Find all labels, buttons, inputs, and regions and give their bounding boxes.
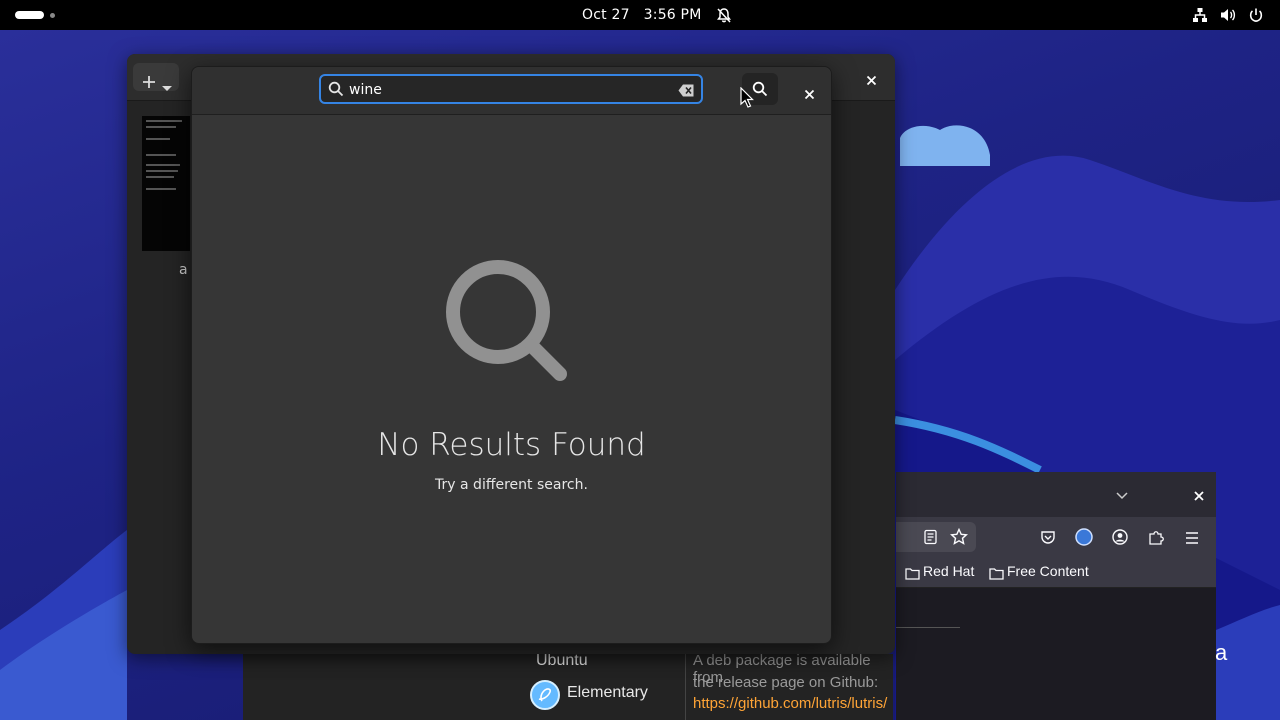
network-wired-icon[interactable] — [1192, 7, 1208, 27]
elementary-label: Elementary — [567, 684, 648, 701]
firefox-navigation-toolbar — [896, 517, 1216, 557]
plus-icon — [142, 69, 156, 95]
deb-text-line-2: the release page on Github: — [693, 674, 879, 691]
bookmarks-toolbar: Red Hat Free Content — [896, 557, 1216, 588]
browser-page-content: Ubuntu Elementary A deb package is avail… — [243, 652, 893, 720]
volume-icon[interactable] — [1220, 7, 1237, 27]
search-entry[interactable] — [319, 74, 703, 104]
search-icon — [752, 81, 768, 101]
notifications-muted-icon — [716, 7, 732, 27]
reader-view-icon[interactable] — [923, 529, 938, 549]
lutris-github-link[interactable]: https://github.com/lutris/lutris/ — [693, 695, 887, 712]
extensions-puzzle-icon[interactable] — [1148, 529, 1164, 549]
pocket-icon[interactable] — [1040, 529, 1056, 549]
add-menu-button[interactable] — [133, 63, 179, 91]
table-divider — [685, 654, 686, 720]
clock-time: 3:56 PM — [643, 7, 702, 23]
dialog-close-icon[interactable] — [804, 85, 815, 104]
firefox-close-icon[interactable] — [1193, 487, 1205, 506]
mouse-pointer-icon — [740, 86, 754, 113]
search-input[interactable] — [349, 80, 669, 100]
hamburger-menu-icon[interactable] — [1184, 530, 1200, 549]
bookmark-folder-free-content[interactable]: Free Content — [1007, 563, 1089, 579]
thumbnail-label: a — [179, 262, 188, 278]
bookmark-star-icon[interactable] — [949, 527, 969, 550]
activities-indicator[interactable] — [15, 11, 44, 19]
container-extension-icon[interactable] — [1075, 528, 1093, 550]
tab-list-chevron-icon[interactable] — [1115, 487, 1129, 506]
top-panel: Oct 27 3:56 PM — [0, 0, 1280, 30]
empty-state-subtitle: Try a different search. — [435, 477, 588, 493]
clock-button[interactable]: Oct 27 3:56 PM — [582, 7, 701, 23]
bookmark-folder-red-hat[interactable]: Red Hat — [923, 563, 974, 579]
clear-search-icon[interactable] — [678, 82, 695, 101]
search-dialog-headerbar — [192, 67, 831, 115]
empty-search-icon — [446, 260, 570, 388]
workspace-dot[interactable] — [50, 13, 55, 18]
page-divider — [896, 627, 960, 628]
folder-icon — [989, 565, 1004, 584]
search-dialog: No Results Found Try a different search. — [191, 66, 832, 644]
chevron-down-icon — [161, 73, 173, 99]
clock-date: Oct 27 — [582, 7, 630, 23]
item-thumbnail[interactable] — [142, 116, 190, 251]
empty-state-title: No Results Found — [377, 427, 646, 463]
search-icon — [328, 81, 344, 101]
page-side-text: a — [1215, 640, 1228, 665]
folder-icon — [905, 565, 920, 584]
elementary-logo-icon — [530, 680, 560, 714]
account-icon[interactable] — [1112, 529, 1128, 549]
power-icon[interactable] — [1248, 7, 1264, 27]
firefox-window: Red Hat Free Content — [896, 472, 1216, 720]
ubuntu-label: Ubuntu — [536, 652, 588, 669]
background-window-close-icon[interactable] — [866, 71, 877, 90]
firefox-tab-bar — [896, 472, 1216, 517]
